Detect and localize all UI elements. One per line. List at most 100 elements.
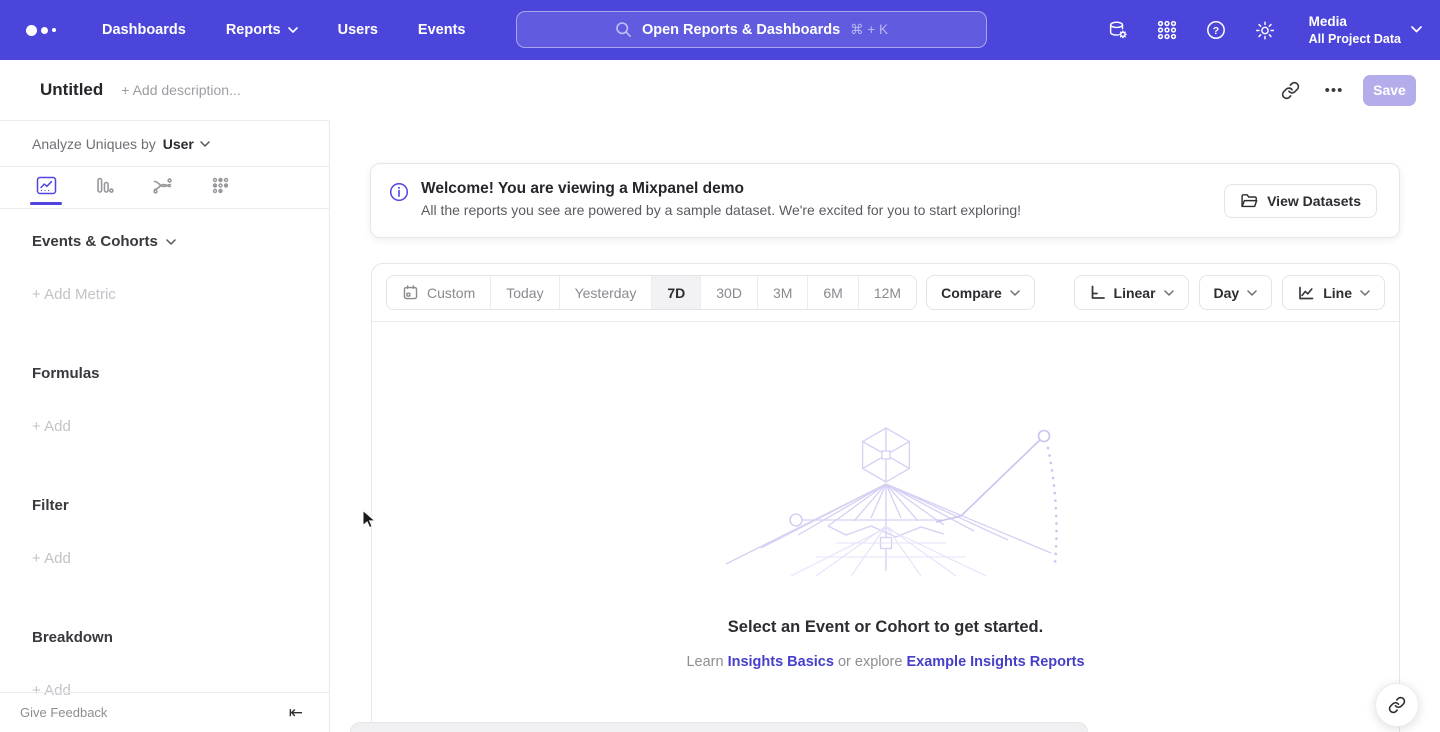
- empty-state: Select an Event or Cohort to get started…: [372, 323, 1399, 670]
- compare-label: Compare: [941, 285, 1002, 301]
- range-6m[interactable]: 6M: [807, 276, 857, 309]
- banner-subtitle: All the reports you see are powered by a…: [421, 202, 1021, 218]
- floating-share-button[interactable]: [1375, 683, 1419, 727]
- nav-reports-label: Reports: [226, 22, 281, 38]
- metrics-grid-icon: [211, 176, 230, 195]
- view-datasets-button[interactable]: View Datasets: [1224, 184, 1377, 218]
- chevron-down-icon: [1164, 290, 1174, 296]
- section-formulas: Formulas: [32, 365, 297, 382]
- banner-title: Welcome! You are viewing a Mixpanel demo: [421, 180, 1021, 198]
- nav-reports[interactable]: Reports: [226, 22, 298, 38]
- top-nav: Dashboards Reports Users Events Open Rep…: [0, 0, 1440, 60]
- compare-button[interactable]: Compare: [926, 275, 1035, 310]
- chart-type-tabs: [0, 167, 329, 209]
- ellipsis-icon: •••: [1325, 82, 1344, 99]
- bottom-panel-edge[interactable]: [350, 722, 1088, 732]
- project-subtitle: All Project Data: [1309, 31, 1401, 47]
- range-custom[interactable]: Custom: [387, 276, 490, 309]
- nav-events[interactable]: Events: [418, 22, 466, 38]
- search-icon: [615, 21, 632, 38]
- add-description-field[interactable]: + Add description...: [121, 82, 240, 98]
- collapse-sidebar-icon[interactable]: ⇤: [289, 704, 303, 721]
- view-datasets-label: View Datasets: [1267, 193, 1361, 209]
- sidebar-footer: Give Feedback ⇤: [0, 692, 329, 732]
- add-metric-button[interactable]: + Add Metric: [32, 286, 297, 303]
- analyze-label: Analyze Uniques by: [32, 136, 156, 152]
- save-button[interactable]: Save: [1363, 75, 1416, 106]
- section-formulas-label: Formulas: [32, 365, 100, 382]
- section-events-cohorts[interactable]: Events & Cohorts: [32, 233, 297, 250]
- section-breakdown-label: Breakdown: [32, 629, 113, 646]
- calendar-icon: [402, 284, 419, 301]
- empty-state-links: Learn Insights Basics or explore Example…: [372, 654, 1399, 670]
- main-content: Welcome! You are viewing a Mixpanel demo…: [330, 120, 1440, 732]
- add-filter-button[interactable]: + Add: [32, 550, 297, 567]
- settings-gear-icon[interactable]: [1254, 19, 1276, 41]
- section-events-cohorts-label: Events & Cohorts: [32, 233, 158, 250]
- explore-middle: or explore: [838, 654, 902, 670]
- range-7d[interactable]: 7D: [651, 276, 700, 309]
- report-title[interactable]: Untitled: [40, 80, 103, 100]
- learn-prefix: Learn: [686, 654, 723, 670]
- chevron-down-icon: [166, 239, 176, 245]
- chevron-down-icon: [1010, 290, 1020, 296]
- line-chart-icon: [36, 176, 57, 195]
- line-mini-icon: [1297, 285, 1315, 301]
- project-name: Media: [1309, 13, 1401, 31]
- welcome-banner: Welcome! You are viewing a Mixpanel demo…: [370, 163, 1400, 238]
- interval-label: Day: [1214, 285, 1240, 301]
- link-icon: [1281, 81, 1300, 100]
- help-icon[interactable]: ?: [1205, 19, 1227, 41]
- tab-insights-line-chart[interactable]: [30, 176, 62, 205]
- link-icon: [1388, 696, 1406, 714]
- range-today[interactable]: Today: [490, 276, 558, 309]
- svg-text:?: ?: [1212, 25, 1218, 37]
- chevron-down-icon: [1411, 26, 1422, 33]
- linear-axis-icon: [1089, 284, 1106, 301]
- tab-bar-chart[interactable]: [88, 176, 120, 205]
- tab-flow-chart[interactable]: [146, 176, 178, 205]
- range-30d[interactable]: 30D: [700, 276, 757, 309]
- copy-link-button[interactable]: [1275, 75, 1305, 105]
- example-insights-reports-link[interactable]: Example Insights Reports: [906, 654, 1084, 670]
- mixpanel-insights-page: Dashboards Reports Users Events Open Rep…: [0, 0, 1440, 732]
- insights-chart-card: Custom Today Yesterday 7D 30D 3M 6M 12M …: [371, 263, 1400, 732]
- range-12m[interactable]: 12M: [858, 276, 916, 309]
- folder-icon: [1240, 193, 1258, 209]
- give-feedback-link[interactable]: Give Feedback: [20, 705, 107, 720]
- project-switcher[interactable]: Media All Project Data: [1309, 13, 1422, 47]
- chevron-down-icon: [200, 141, 210, 147]
- report-header: Untitled + Add description... ••• Save: [0, 60, 1440, 120]
- info-icon: [389, 182, 409, 202]
- query-builder-sidebar: Analyze Uniques by User: [0, 120, 330, 732]
- chevron-down-icon: [1360, 290, 1370, 296]
- nav-dashboards[interactable]: Dashboards: [102, 22, 186, 38]
- bar-chart-icon: [94, 176, 114, 195]
- scale-dropdown[interactable]: Linear: [1074, 275, 1189, 310]
- chevron-down-icon: [288, 27, 298, 33]
- mixpanel-logo-icon[interactable]: [26, 25, 66, 36]
- more-options-button[interactable]: •••: [1319, 75, 1349, 105]
- chart-type-label: Line: [1323, 285, 1352, 301]
- analyze-by-dropdown[interactable]: User: [163, 136, 210, 152]
- search-shortcut: ⌘ + K: [850, 22, 888, 38]
- section-filter: Filter: [32, 497, 297, 514]
- section-filter-label: Filter: [32, 497, 69, 514]
- range-yesterday[interactable]: Yesterday: [559, 276, 652, 309]
- global-search[interactable]: Open Reports & Dashboards ⌘ + K: [516, 11, 987, 48]
- insights-basics-link[interactable]: Insights Basics: [728, 654, 834, 670]
- tab-metrics[interactable]: [204, 176, 236, 205]
- chart-toolbar: Custom Today Yesterday 7D 30D 3M 6M 12M …: [372, 264, 1399, 322]
- nav-users[interactable]: Users: [338, 22, 378, 38]
- scale-label: Linear: [1114, 285, 1156, 301]
- chart-type-dropdown[interactable]: Line: [1282, 275, 1385, 310]
- add-formula-button[interactable]: + Add: [32, 418, 297, 435]
- search-placeholder: Open Reports & Dashboards: [642, 22, 840, 38]
- flow-icon: [152, 176, 173, 195]
- data-management-icon[interactable]: [1107, 19, 1129, 41]
- chevron-down-icon: [1247, 290, 1257, 296]
- range-3m[interactable]: 3M: [757, 276, 807, 309]
- empty-state-title: Select an Event or Cohort to get started…: [372, 618, 1399, 637]
- apps-grid-icon[interactable]: [1156, 19, 1178, 41]
- interval-dropdown[interactable]: Day: [1199, 275, 1273, 310]
